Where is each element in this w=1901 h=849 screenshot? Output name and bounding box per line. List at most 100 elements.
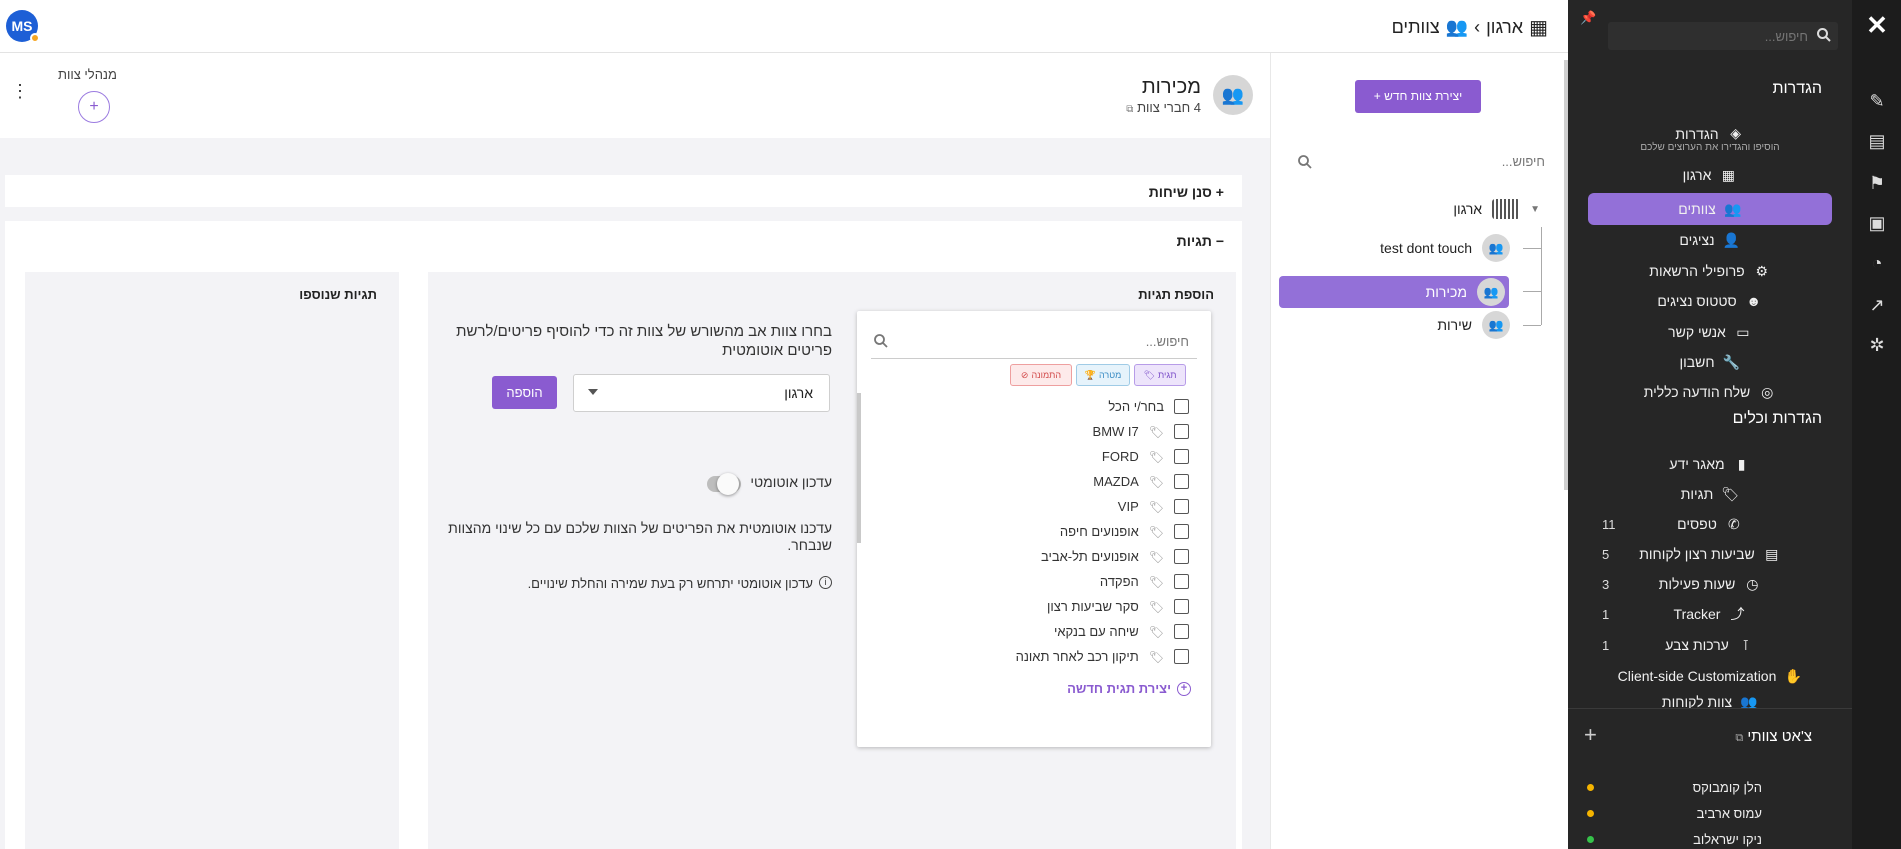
checkbox[interactable]	[1174, 424, 1189, 439]
checkbox[interactable]	[1174, 549, 1189, 564]
team-managers-title: מנהלי צוות	[58, 67, 117, 82]
auto-update-note-text: עדכון אוטומטי יתרחש רק בעת שמירה והחלת ש…	[527, 576, 813, 591]
sidebar-item-customization[interactable]: ✋ Client-side Customization	[1588, 661, 1832, 691]
sidebar-item-organization[interactable]: ▦ ארגון	[1588, 160, 1832, 190]
team-chat-title[interactable]: צ'אט צוותי ⧉	[1735, 728, 1812, 745]
sidebar-item-settings[interactable]: ◈ הגדרות הוסיפו והגדירו את הערוצים שלכם	[1588, 122, 1832, 156]
top-bar: MS ▦ ארגון › 👥 צוותים	[0, 0, 1568, 53]
tree-team[interactable]: 👥 שירות	[1437, 311, 1510, 339]
sidebar-item-contacts[interactable]: ▭ אנשי קשר	[1588, 317, 1832, 347]
add-button[interactable]: הוספה	[492, 376, 557, 409]
trophy-icon: 🏆	[1084, 369, 1096, 380]
sidebar-item-account[interactable]: 🔧 חשבון	[1588, 347, 1832, 377]
chat-user[interactable]: ניקו ישראלוב	[1693, 832, 1762, 847]
app-logo-icon[interactable]: ✕	[1866, 12, 1888, 38]
permissions-icon: ⚙	[1755, 262, 1769, 279]
analytics-icon[interactable]: ↗	[1866, 294, 1888, 316]
sidebar-item-label: מאגר ידע	[1669, 456, 1725, 472]
dashboard-icon[interactable]: ◔	[1866, 252, 1888, 274]
integrations-icon[interactable]: ✲	[1866, 334, 1888, 356]
avatar[interactable]: MS	[6, 10, 40, 43]
conversation-filter-section[interactable]: + סנן שיחות	[5, 175, 1242, 207]
tag-option[interactable]: 🏷 הפקדה	[1100, 574, 1189, 589]
sidebar-item-knowledge[interactable]: ▮ מאגר ידע	[1588, 449, 1832, 479]
filter-chip-tag[interactable]: 🏷 תגית	[1134, 364, 1186, 386]
breadcrumb-root[interactable]: ארגון	[1486, 17, 1523, 38]
sidebar-item-tracker[interactable]: ⤴ Tracker 1	[1588, 599, 1832, 629]
tag-option[interactable]: 🏷 BMW I7	[1093, 424, 1189, 439]
sidebar-item-tags[interactable]: 🏷 תגיות	[1588, 479, 1832, 509]
sidebar-item-customer-team[interactable]: 👥 צוות לקוחות	[1588, 694, 1832, 708]
option-label: FORD	[1101, 449, 1139, 464]
filter-chip-block[interactable]: ⊘ התמונה	[1010, 364, 1072, 386]
sidebar-item-label: צוותים	[1678, 201, 1716, 217]
tag-option[interactable]: 🏷 VIP	[1118, 499, 1189, 514]
sidebar-search-input[interactable]	[1614, 26, 1808, 46]
count-badge: 5	[1602, 546, 1610, 562]
tags-icon: 🏷	[1721, 485, 1740, 502]
tag-option[interactable]: 🏷 MAZDA	[1093, 474, 1189, 489]
checkbox[interactable]	[1174, 599, 1189, 614]
more-options-icon[interactable]: ⋮	[11, 81, 29, 102]
sidebar-item-agents[interactable]: 👤 נציגים	[1588, 225, 1832, 255]
status-dot	[1587, 784, 1594, 791]
checkbox[interactable]	[1174, 499, 1189, 514]
tag-option[interactable]: 🏷 אופנועים חיפה	[1060, 524, 1189, 539]
sidebar-item-teams[interactable]: 👥 צוותים	[1588, 193, 1832, 225]
sidebar-item-themes[interactable]: ⊺ ערכות צבע 1	[1588, 630, 1832, 660]
sidebar-item-forms[interactable]: ✆ טפסים 11	[1588, 509, 1832, 539]
parent-team-select[interactable]: ארגון	[573, 374, 830, 412]
create-tag-button[interactable]: + יצירת תגית חדשה	[1067, 681, 1191, 696]
add-chat-button[interactable]: +	[1584, 722, 1597, 748]
collapse-icon[interactable]: ▼	[1530, 204, 1540, 215]
checkbox[interactable]	[1174, 399, 1189, 414]
tags-search-input[interactable]	[901, 331, 1189, 351]
sidebar-item-broadcast[interactable]: ◎ שלח הודעה כללית	[1588, 377, 1832, 407]
tags-search[interactable]	[871, 321, 1197, 359]
tree-team[interactable]: 👥 test dont touch	[1380, 234, 1510, 262]
checkbox[interactable]	[1174, 624, 1189, 639]
checkbox[interactable]	[1174, 649, 1189, 664]
building-icon: ▦	[1529, 17, 1548, 39]
tree-root-organization[interactable]: ▼ ארגון	[1453, 199, 1540, 219]
tag-option[interactable]: 🏷 סקר שביעות רצון	[1047, 599, 1189, 614]
team-header: 👥 מכירות 4 חברי צוות ⧉ מנהלי צוות + ⋮	[0, 53, 1270, 138]
scrollbar[interactable]	[857, 393, 861, 543]
chat-user[interactable]: עמוס ארביב	[1697, 806, 1762, 821]
chat-icon[interactable]: ▤	[1866, 130, 1888, 152]
tag-option[interactable]: 🏷 אופנועים תל-אביב	[1041, 549, 1189, 564]
chevron-down-icon	[588, 389, 598, 395]
sidebar-item-hours[interactable]: ◷ שעות פעילות 3	[1588, 569, 1832, 599]
tag-option[interactable]: 🏷 FORD	[1102, 449, 1189, 464]
parent-team-description: בחרו צוות אב מהשורש של צוות זה כדי להוסי…	[456, 323, 832, 359]
chat-user[interactable]: הלן קומבוקס	[1693, 780, 1762, 795]
pin-icon[interactable]: 📌	[1580, 10, 1596, 26]
checkbox[interactable]	[1174, 524, 1189, 539]
auto-update-toggle[interactable]	[707, 473, 741, 495]
sidebar-item-permissions[interactable]: ⚙ פרופילי הרשאות	[1588, 256, 1832, 286]
settings-sidebar: 📌 הגדרות ◈ הגדרות הוסיפו והגדירו את הערו…	[1568, 0, 1852, 849]
tree-team[interactable]: 👥 מכירות	[1279, 276, 1509, 308]
tree-line	[1523, 325, 1541, 326]
sidebar-item-agent-status[interactable]: ☻ סטטוס נציגים	[1588, 286, 1832, 316]
team-members-link[interactable]: 4 חברי צוות ⧉	[1126, 100, 1201, 115]
tree-search[interactable]	[1295, 148, 1545, 174]
checkbox[interactable]	[1174, 474, 1189, 489]
search-icon	[1298, 155, 1312, 169]
create-team-button[interactable]: + יצירת צוות חדש	[1355, 80, 1481, 113]
tag-option[interactable]: 🏷 שיחה עם בנקאי	[1054, 624, 1189, 639]
checkbox[interactable]	[1174, 449, 1189, 464]
filter-chip-award[interactable]: 🏆 מטרה	[1076, 364, 1130, 386]
section-title[interactable]: − תגיות	[1177, 233, 1224, 249]
add-manager-button[interactable]: +	[78, 91, 110, 123]
checkbox[interactable]	[1174, 574, 1189, 589]
megaphone-icon[interactable]: ⚑	[1866, 172, 1888, 194]
scrollbar[interactable]	[1564, 60, 1568, 490]
edit-icon[interactable]: ✎	[1866, 90, 1888, 112]
tag-option[interactable]: 🏷 תיקון רכב לאחר תאונה	[1016, 649, 1189, 664]
sidebar-item-satisfaction[interactable]: ▤ שביעות רצון לקוחות 5	[1588, 539, 1832, 569]
select-all-option[interactable]: בחר/י הכל	[1108, 399, 1189, 414]
sidebar-search[interactable]	[1608, 22, 1838, 50]
tree-search-input[interactable]	[1295, 148, 1545, 174]
contact-card-icon[interactable]: ▣	[1866, 212, 1888, 234]
